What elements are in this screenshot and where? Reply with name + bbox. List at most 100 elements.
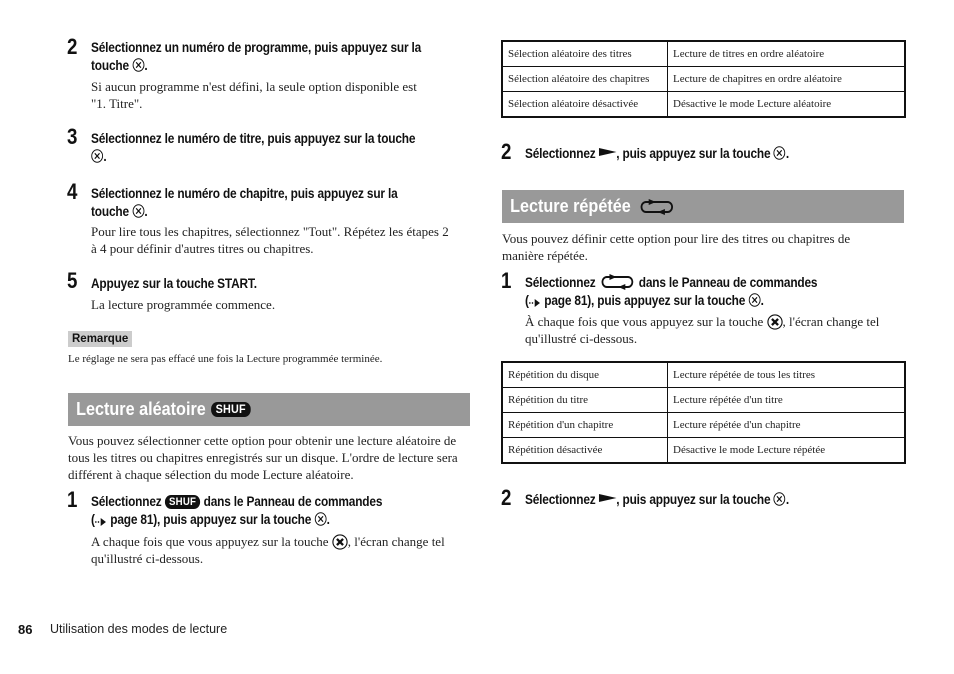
table-cell: Lecture de titres en ordre aléatoire [667, 40, 906, 67]
intro-line: Vous pouvez définir cette option pour li… [502, 231, 851, 246]
repeat-icon [638, 199, 676, 215]
step-title-line: touche [91, 204, 129, 219]
punctuation: . [326, 512, 330, 527]
step-title-text: , puis appuyez sur la touche [616, 492, 771, 507]
step-title-text: dans le Panneau de commandes [638, 275, 818, 290]
page-reference-link[interactable]: page 81), puis appuyez sur la touche [544, 293, 745, 308]
body-text: , l'écran change tel [782, 314, 880, 329]
play-icon [599, 492, 617, 504]
punctuation: . [144, 204, 148, 219]
table-cell: Désactive le mode Lecture aléatoire [667, 91, 906, 118]
step-title: Sélectionnez un numéro de programme, pui… [91, 39, 421, 75]
step-number: 2 [67, 34, 78, 59]
table-row: Sélection aléatoire des chapitres Lectur… [501, 66, 906, 92]
cross-button-icon [91, 149, 103, 163]
step-title-text: dans le Panneau de commandes [203, 494, 383, 509]
shuffle-icon: SHUF [211, 402, 251, 417]
step-number: 1 [67, 487, 78, 512]
page-number: 86 [18, 622, 33, 637]
remark-label: Remarque [68, 331, 133, 347]
step-title-line: Sélectionnez un numéro de programme, pui… [91, 40, 422, 55]
step-title-text: , puis appuyez sur la touche [616, 146, 771, 161]
step-title: Sélectionnez le numéro de titre, puis ap… [91, 130, 415, 166]
step-title-line: touche [91, 58, 129, 73]
step-title: Sélectionnez , puis appuyez sur la touch… [525, 491, 789, 509]
cross-button-icon [314, 512, 326, 526]
page-reference-link[interactable]: page 81), puis appuyez sur la touche [110, 512, 311, 527]
section-title-text: Lecture aléatoire [76, 399, 206, 419]
body-text: qu'illustré ci-dessous. [91, 551, 204, 566]
step-number: 5 [67, 268, 78, 293]
punctuation: . [144, 58, 148, 73]
cross-button-icon [132, 58, 144, 72]
step-title-text: Sélectionnez [91, 494, 162, 509]
table-cell: Sélection aléatoire des chapitres [501, 66, 668, 92]
table-cell: Lecture de chapitres en ordre aléatoire [667, 66, 906, 92]
table-row: Répétition d'un chapitre Lecture répétée… [501, 412, 906, 438]
remark-text: Le réglage ne sera pas effacé une fois l… [68, 353, 383, 365]
step-body: Pour lire tous les chapitres, sélectionn… [91, 223, 449, 257]
body-line: Pour lire tous les chapitres, sélectionn… [91, 224, 449, 239]
table-row: Sélection aléatoire désactivée Désactive… [501, 91, 906, 118]
step-title-line: Sélectionnez le numéro de chapitre, puis… [91, 186, 398, 201]
step-title-text: Sélectionnez [525, 492, 596, 507]
shuffle-icon: SHUF [164, 495, 201, 509]
table-row: Répétition du disque Lecture répétée de … [501, 361, 906, 388]
table-cell: Répétition du titre [501, 387, 668, 413]
body-line: "1. Titre". [91, 96, 143, 111]
shuffle-options-table: Sélection aléatoire des titres Lecture d… [501, 40, 906, 118]
body-line: à 4 pour définir d'autres titres ou chap… [91, 241, 314, 256]
section-intro: Vous pouvez définir cette option pour li… [502, 230, 850, 264]
section-title-text: Lecture répétée [510, 196, 631, 216]
table-row: Répétition désactivée Désactive le mode … [501, 437, 906, 464]
intro-line: tous les titres ou chapitres enregistrés… [68, 450, 458, 465]
intro-line: différent à chaque sélection du mode Lec… [68, 467, 354, 482]
step-number: 4 [67, 179, 78, 204]
table-cell: Répétition du disque [501, 361, 668, 388]
step-number: 2 [501, 139, 512, 164]
cross-button-icon [332, 534, 348, 550]
step-title: Sélectionnez SHUF dans le Panneau de com… [91, 493, 382, 529]
step-title-text: Sélectionnez [525, 146, 596, 161]
step-title-line: Sélectionnez le numéro de titre, puis ap… [91, 131, 416, 146]
intro-line: manière répétée. [502, 248, 588, 263]
cross-button-icon [132, 204, 144, 218]
table-cell: Répétition désactivée [501, 437, 668, 464]
section-title: Lecture répétée [502, 190, 676, 223]
punctuation: . [785, 492, 789, 507]
play-icon [599, 146, 617, 158]
cross-button-icon [748, 293, 760, 307]
step-title: Sélectionnez dans le Panneau de commande… [525, 274, 818, 310]
body-text: , l'écran change tel [347, 534, 445, 549]
step-title: Appuyez sur la touche START. [91, 276, 257, 291]
table-cell: Lecture répétée d'un titre [667, 387, 906, 413]
body-line: Si aucun programme n'est défini, la seul… [91, 79, 417, 94]
body-text: qu'illustré ci-dessous. [525, 331, 638, 346]
step-number: 3 [67, 124, 78, 149]
step-title: Sélectionnez le numéro de chapitre, puis… [91, 185, 398, 221]
section-header-shuffle: Lecture aléatoire SHUF [68, 393, 470, 426]
step-body: Si aucun programme n'est défini, la seul… [91, 78, 417, 112]
table-cell: Désactive le mode Lecture répétée [667, 437, 906, 464]
step-title: Sélectionnez , puis appuyez sur la touch… [525, 145, 789, 163]
table-cell: Lecture répétée de tous les titres [667, 361, 906, 388]
punctuation: . [785, 146, 789, 161]
repeat-options-table: Répétition du disque Lecture répétée de … [501, 361, 906, 464]
table-row: Répétition du titre Lecture répétée d'un… [501, 387, 906, 413]
body-text: A chaque fois que vous appuyez sur la to… [91, 534, 329, 549]
table-cell: Sélection aléatoire désactivée [501, 91, 668, 118]
page-reference-arrow-icon [529, 298, 541, 308]
body-text: À chaque fois que vous appuyez sur la to… [525, 314, 764, 329]
table-cell: Répétition d'un chapitre [501, 412, 668, 438]
step-title-text: Sélectionnez [525, 275, 596, 290]
table-row: Sélection aléatoire des titres Lecture d… [501, 40, 906, 67]
section-header-repeat: Lecture répétée [502, 190, 904, 223]
table-cell: Lecture répétée d'un chapitre [667, 412, 906, 438]
punctuation: . [103, 149, 107, 164]
section-title: Lecture aléatoire SHUF [68, 393, 251, 426]
intro-line: Vous pouvez sélectionner cette option po… [68, 433, 457, 448]
page-reference-arrow-icon [95, 517, 107, 527]
step-number: 2 [501, 485, 512, 510]
cross-button-icon [774, 492, 786, 506]
cross-button-icon [767, 314, 783, 330]
